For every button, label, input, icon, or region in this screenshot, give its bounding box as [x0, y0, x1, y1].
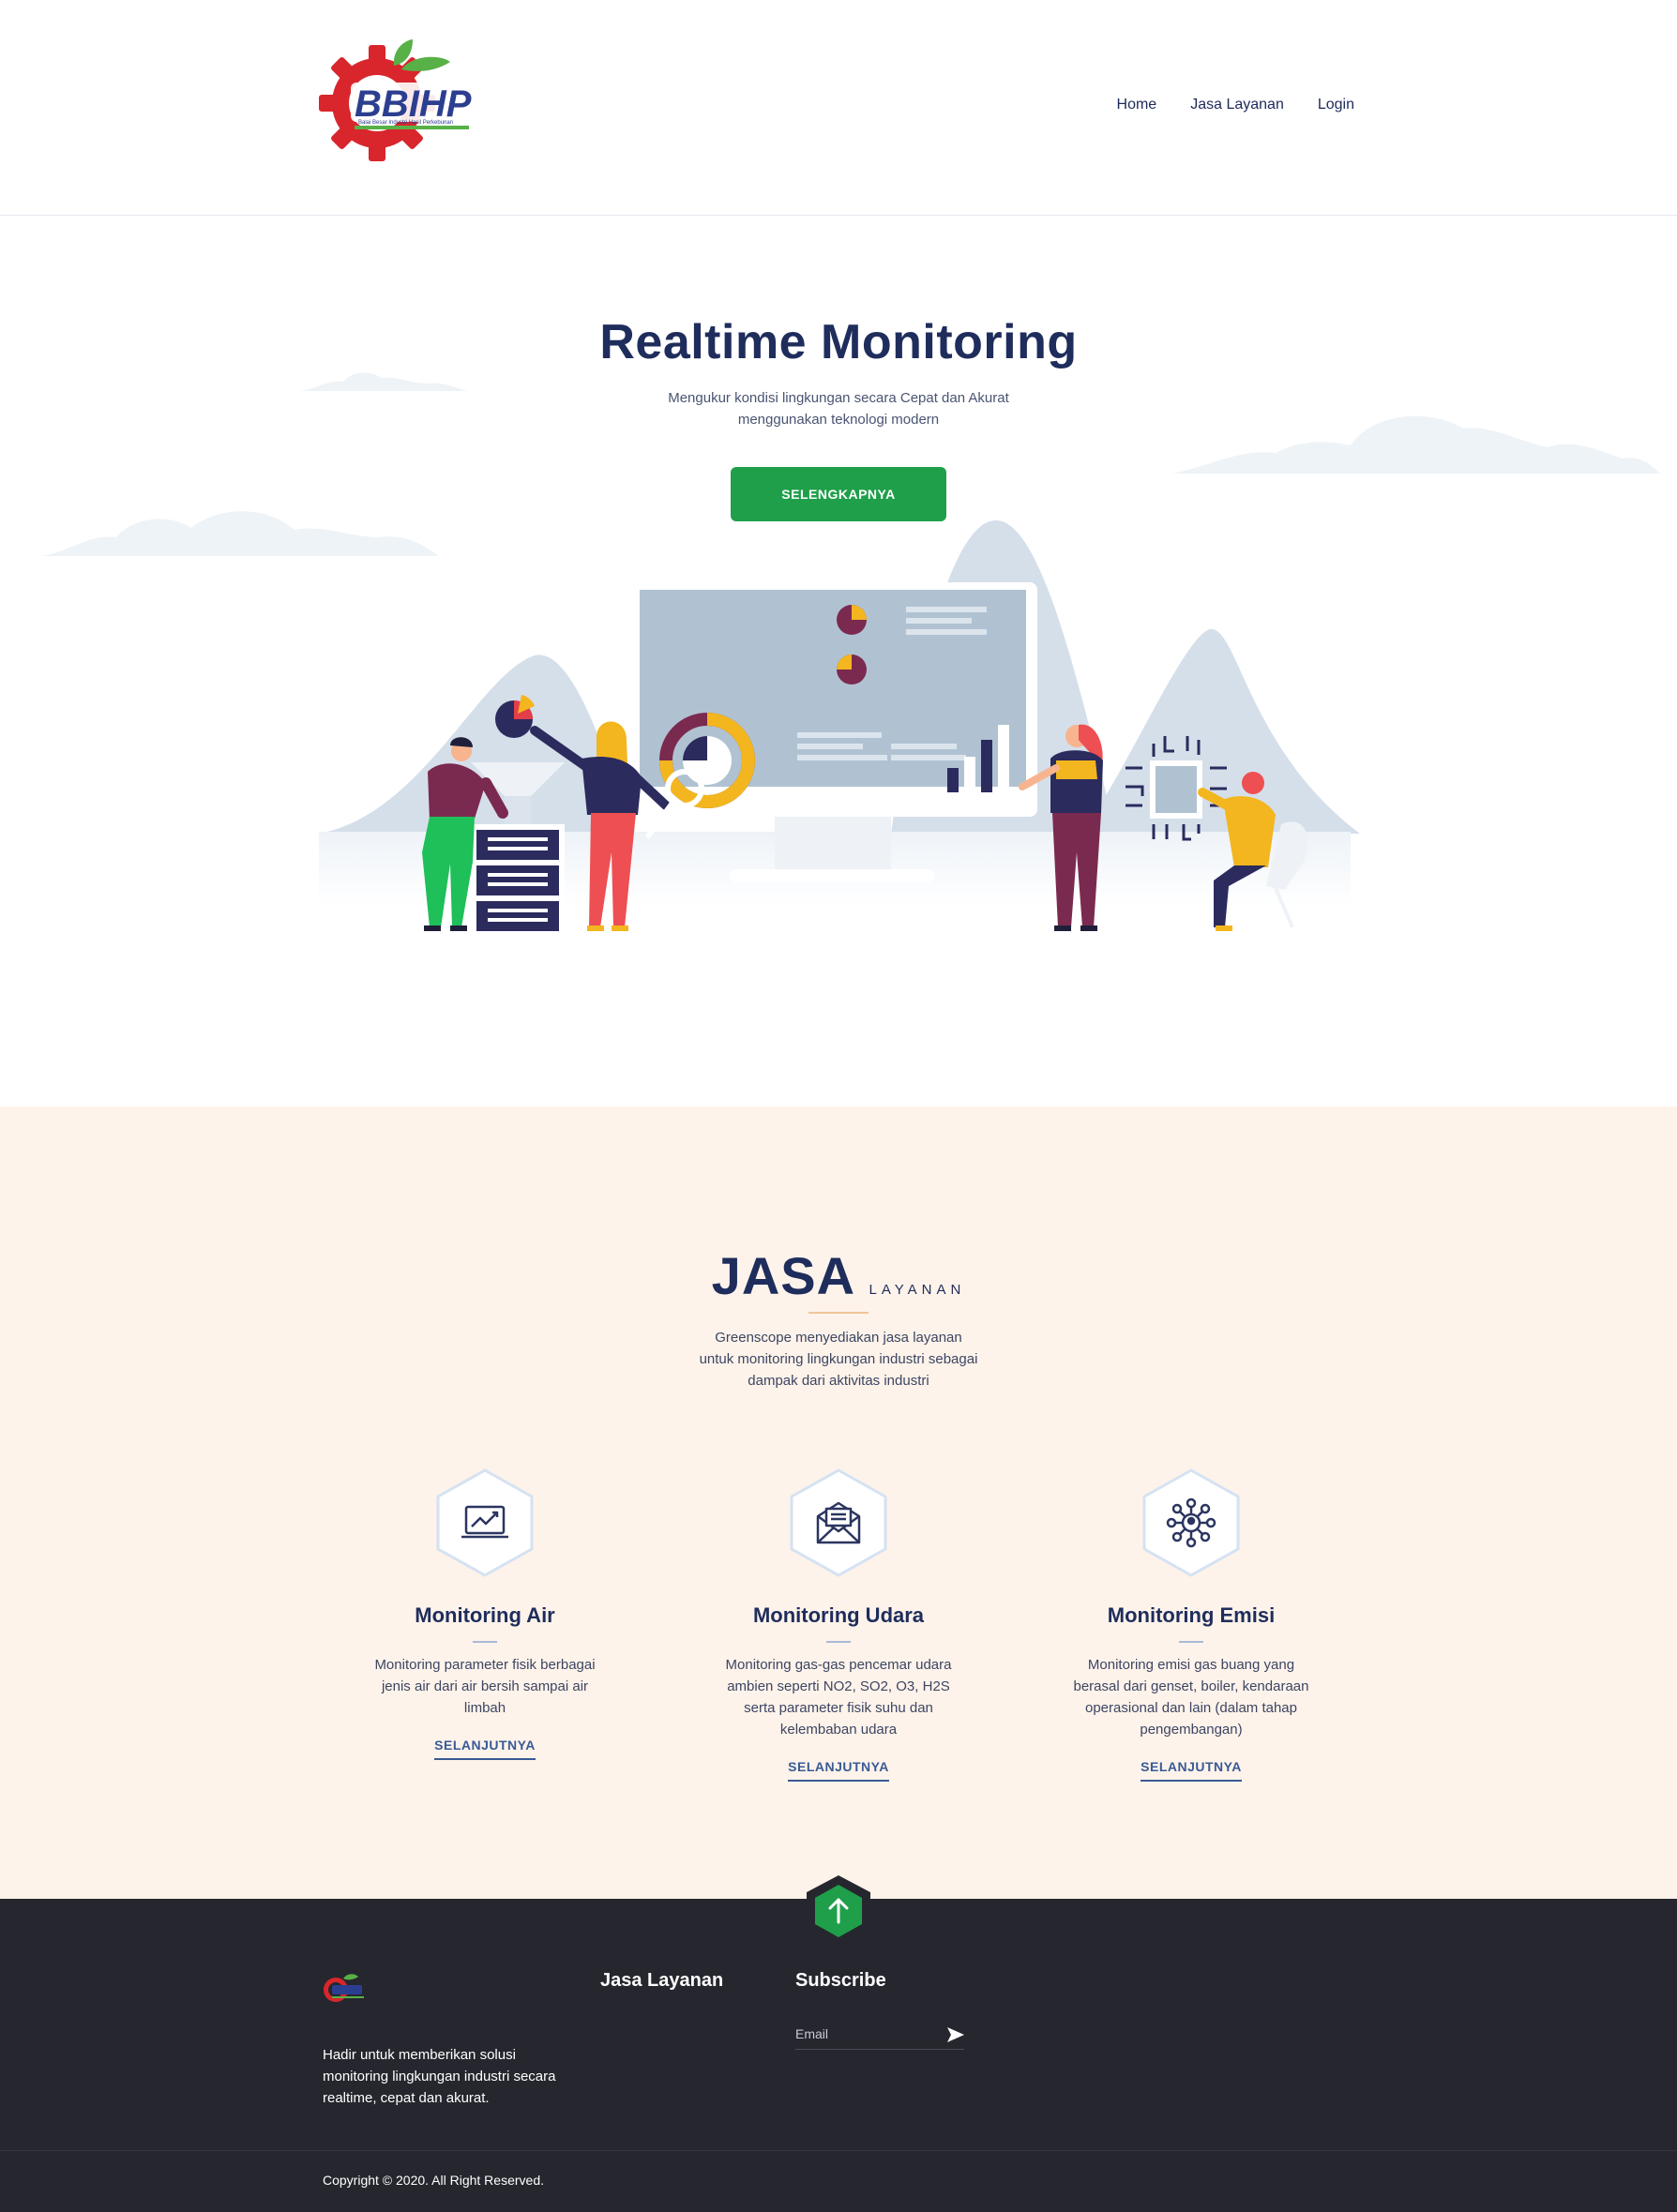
- service-title: Monitoring Emisi: [1107, 1603, 1276, 1627]
- hero-section: Realtime Monitoring Mengukur kondisi lin…: [0, 217, 1677, 1106]
- site-header: BBIHP Balai Besar Industri Hasil Perkebu…: [0, 0, 1677, 216]
- footer-subscribe-heading: Subscribe: [795, 1970, 886, 1991]
- network-icon: [1142, 1468, 1240, 1577]
- service-title: Monitoring Udara: [752, 1603, 925, 1627]
- nav-login[interactable]: Login: [1318, 97, 1354, 113]
- selanjutnya-link-udara[interactable]: SELANJUTNYA: [788, 1759, 889, 1782]
- title-underline: [473, 1641, 497, 1643]
- services-title: JASA: [711, 1246, 856, 1305]
- services-section: JASA LAYANAN Greenscope menyediakan jasa…: [0, 1106, 1677, 1899]
- nav-home[interactable]: Home: [1117, 97, 1157, 113]
- footer-services-heading: Jasa Layanan: [600, 1970, 724, 1991]
- footer-about: Hadir untuk memberikan solusi monitoring…: [323, 2047, 556, 2106]
- bbihp-logo[interactable]: BBIHP Balai Besar Industri Hasil Perkebu…: [319, 38, 478, 164]
- service-title: Monitoring Air: [415, 1603, 555, 1627]
- services-title-small: LAYANAN: [869, 1282, 966, 1298]
- copyright: Copyright © 2020. All Right Reserved.: [323, 2173, 544, 2188]
- footer-logo[interactable]: [321, 1969, 368, 2007]
- hero-subtitle-line: menggunakan teknologi modern: [737, 412, 940, 428]
- service-card-udara: Monitoring Udara Monitoring gas-gas penc…: [698, 1467, 979, 1782]
- service-text: Monitoring emisi gas buang yang berasal …: [1073, 1657, 1309, 1738]
- services-heading: JASA LAYANAN: [0, 1245, 1677, 1306]
- nav-jasa-layanan[interactable]: Jasa Layanan: [1190, 97, 1284, 113]
- scroll-to-top-button[interactable]: [804, 1873, 873, 1949]
- hero-title: Realtime Monitoring: [599, 315, 1078, 369]
- service-text: Monitoring parameter fisik berbagai jeni…: [374, 1657, 596, 1716]
- heading-underline: [808, 1312, 869, 1314]
- hero-illustration: [319, 519, 1360, 935]
- selanjutnya-link-air[interactable]: SELANJUTNYA: [434, 1738, 536, 1760]
- title-underline: [1179, 1641, 1203, 1643]
- footer-divider: [0, 2150, 1677, 2151]
- chart-monitor-icon: [436, 1468, 534, 1577]
- send-icon[interactable]: [945, 2025, 966, 2044]
- service-card-emisi: Monitoring Emisi Monitoring emisi gas bu…: [1050, 1467, 1332, 1782]
- svg-text:BBIHP: BBIHP: [355, 83, 472, 125]
- envelope-icon: [790, 1468, 887, 1577]
- main-nav: Home Jasa Layanan Login: [1117, 97, 1354, 113]
- hero-subtitle-line: Mengukur kondisi lingkungan secara Cepat…: [668, 390, 1009, 406]
- cloud-decoration: [1172, 415, 1660, 474]
- selanjutnya-link-emisi[interactable]: SELANJUTNYA: [1141, 1759, 1242, 1782]
- svg-text:Balai Besar Industri Hasil Per: Balai Besar Industri Hasil Perkebunan: [358, 120, 453, 126]
- service-text: Monitoring gas-gas pencemar udara ambien…: [725, 1657, 952, 1738]
- services-description: Greenscope menyediakan jasa layanan untu…: [699, 1330, 978, 1389]
- hero-subtitle: Mengukur kondisi lingkungan secara Cepat…: [604, 387, 1073, 430]
- title-underline: [826, 1641, 851, 1643]
- service-card-air: Monitoring Air Monitoring parameter fisi…: [344, 1467, 626, 1760]
- selengkapnya-button[interactable]: SELENGKAPNYA: [731, 467, 946, 521]
- email-field[interactable]: [795, 2018, 964, 2050]
